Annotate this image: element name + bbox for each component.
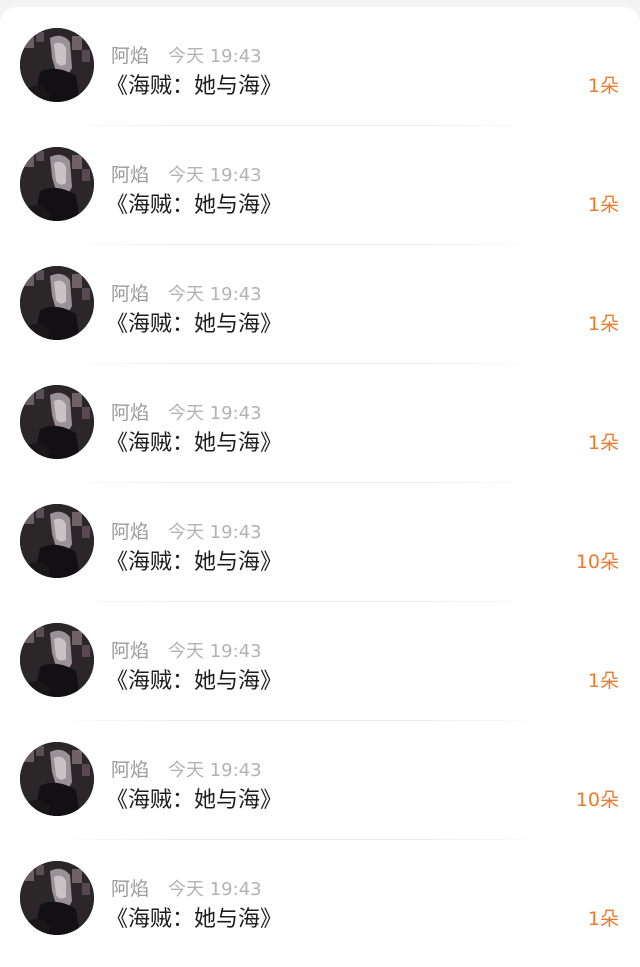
user-name[interactable]: 阿焰 bbox=[111, 160, 149, 187]
book-title[interactable]: 《海贼：她与海》 bbox=[106, 782, 282, 814]
list-item[interactable]: 阿焰 今天 19:43 《海贼：她与海》 1朵 bbox=[0, 840, 640, 959]
user-avatar[interactable] bbox=[20, 266, 94, 340]
avatar-image bbox=[20, 385, 94, 459]
user-avatar[interactable] bbox=[20, 742, 94, 816]
list-item[interactable]: 阿焰 今天 19:43 《海贼：她与海》 1朵 bbox=[0, 602, 640, 721]
user-avatar[interactable] bbox=[20, 861, 94, 935]
gift-count: 10朵 bbox=[575, 789, 619, 811]
book-title[interactable]: 《海贼：她与海》 bbox=[106, 68, 282, 100]
gift-count: 1朵 bbox=[587, 432, 619, 454]
timestamp: 今天 19:43 bbox=[168, 641, 262, 662]
book-title[interactable]: 《海贼：她与海》 bbox=[106, 544, 282, 576]
book-title[interactable]: 《海贼：她与海》 bbox=[106, 663, 282, 695]
avatar-image bbox=[20, 623, 94, 697]
user-name[interactable]: 阿焰 bbox=[111, 41, 149, 68]
avatar-image bbox=[20, 742, 94, 816]
timestamp: 今天 19:43 bbox=[168, 46, 262, 67]
gift-count: 1朵 bbox=[587, 908, 619, 930]
user-avatar[interactable] bbox=[20, 28, 94, 102]
gift-count: 10朵 bbox=[575, 551, 619, 573]
user-name[interactable]: 阿焰 bbox=[111, 755, 149, 782]
avatar-image bbox=[20, 861, 94, 935]
list-item[interactable]: 阿焰 今天 19:43 《海贼：她与海》 1朵 bbox=[0, 245, 640, 364]
list-item[interactable]: 阿焰 今天 19:43 《海贼：她与海》 1朵 bbox=[0, 7, 640, 126]
avatar-image bbox=[20, 266, 94, 340]
timestamp: 今天 19:43 bbox=[168, 522, 262, 543]
timestamp: 今天 19:43 bbox=[168, 165, 262, 186]
gift-count: 1朵 bbox=[587, 313, 619, 335]
list-item[interactable]: 阿焰 今天 19:43 《海贼：她与海》 1朵 bbox=[0, 126, 640, 245]
list-item[interactable]: 阿焰 今天 19:43 《海贼：她与海》 10朵 bbox=[0, 721, 640, 840]
avatar-image bbox=[20, 28, 94, 102]
book-title[interactable]: 《海贼：她与海》 bbox=[106, 901, 282, 933]
user-name[interactable]: 阿焰 bbox=[111, 636, 149, 663]
book-title[interactable]: 《海贼：她与海》 bbox=[106, 425, 282, 457]
gift-record-list: 阿焰 今天 19:43 《海贼：她与海》 1朵 阿焰 今天 19:43 《海贼：… bbox=[0, 7, 640, 967]
user-avatar[interactable] bbox=[20, 385, 94, 459]
gift-count: 1朵 bbox=[587, 670, 619, 692]
timestamp: 今天 19:43 bbox=[168, 403, 262, 424]
book-title[interactable]: 《海贼：她与海》 bbox=[106, 187, 282, 219]
user-avatar[interactable] bbox=[20, 623, 94, 697]
list-item[interactable]: 阿焰 今天 19:43 《海贼：她与海》 10朵 bbox=[0, 483, 640, 602]
avatar-image bbox=[20, 147, 94, 221]
gift-count: 1朵 bbox=[587, 194, 619, 216]
book-title[interactable]: 《海贼：她与海》 bbox=[106, 306, 282, 338]
user-name[interactable]: 阿焰 bbox=[111, 279, 149, 306]
user-name[interactable]: 阿焰 bbox=[111, 398, 149, 425]
timestamp: 今天 19:43 bbox=[168, 879, 262, 900]
avatar-image bbox=[20, 504, 94, 578]
gift-count: 1朵 bbox=[587, 75, 619, 97]
timestamp: 今天 19:43 bbox=[168, 760, 262, 781]
list-item[interactable]: 阿焰 今天 19:43 《海贼：她与海》 1朵 bbox=[0, 364, 640, 483]
timestamp: 今天 19:43 bbox=[168, 284, 262, 305]
user-name[interactable]: 阿焰 bbox=[111, 517, 149, 544]
user-name[interactable]: 阿焰 bbox=[111, 874, 149, 901]
user-avatar[interactable] bbox=[20, 504, 94, 578]
user-avatar[interactable] bbox=[20, 147, 94, 221]
